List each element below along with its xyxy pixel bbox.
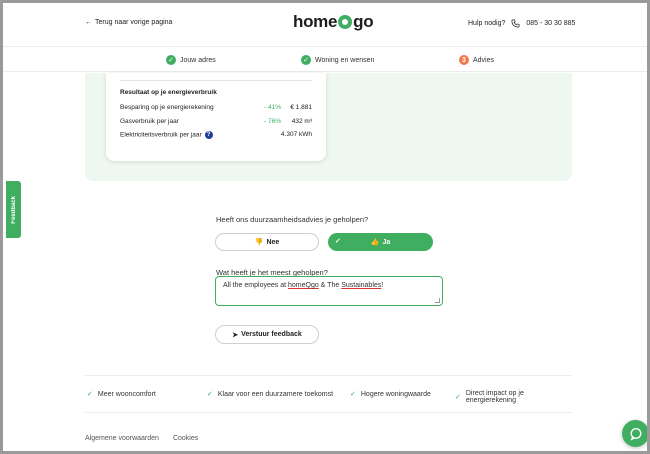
check-icon: ✓ <box>335 238 341 245</box>
logo-q-mark <box>338 15 353 29</box>
step-jouw-adres[interactable]: ✓ Jouw adres <box>166 55 216 65</box>
info-icon[interactable]: ? <box>204 131 213 139</box>
feedback-side-tab[interactable]: Feedback <box>6 181 21 238</box>
step-advies[interactable]: 3 Advies <box>459 55 494 65</box>
terms-link[interactable]: Algemene voorwaarden <box>85 435 159 442</box>
results-title: Resultaat op je energieverbruik <box>120 89 217 96</box>
check-icon: ✓ <box>301 55 311 65</box>
help-contact: Hulp nodig? 085 - 30 30 885 <box>468 19 575 28</box>
check-icon: ✓ <box>166 55 176 65</box>
back-link[interactable]: ← Terug naar vorige pagina <box>85 19 172 26</box>
send-feedback-button[interactable]: ➤ Verstuur feedback <box>215 325 319 344</box>
step-number-badge: 3 <box>459 55 469 65</box>
feedback-textarea[interactable]: All the employees at homeQgo & The Susta… <box>215 276 443 306</box>
check-icon: ✓ <box>207 391 213 398</box>
check-icon: ✓ <box>455 394 461 401</box>
benefits-bar: ✓ Meer wooncomfort ✓ Klaar voor een duurza… <box>85 375 572 413</box>
check-icon: ✓ <box>350 391 356 398</box>
help-label: Hulp nodig? <box>468 20 506 27</box>
cookies-link[interactable]: Cookies <box>173 435 198 442</box>
divider <box>120 80 312 81</box>
site-footer: Algemene voorwaarden Cookies <box>85 435 198 442</box>
phone-number[interactable]: 085 - 30 30 885 <box>526 20 575 27</box>
site-header: ← Terug naar vorige pagina home go Hulp n… <box>3 3 647 47</box>
benefit-item: ✓ Hogere woningwaarde <box>350 390 431 399</box>
homeqgo-logo[interactable]: home go <box>293 12 374 32</box>
benefit-item: ✓ Direct impact op je energierekening <box>455 390 524 404</box>
helpful-question: Heeft ons duurzaamheidsadvies je geholpe… <box>216 215 369 224</box>
results-card: Resultaat op je energieverbruik Besparin… <box>106 73 326 161</box>
resize-handle[interactable] <box>435 298 440 303</box>
back-link-label: Terug naar vorige pagina <box>95 19 173 26</box>
no-button[interactable]: 👎 Nee <box>215 233 319 251</box>
thumbs-up-icon: 👍 <box>370 239 380 246</box>
yes-button[interactable]: ✓ 👍 Ja <box>328 233 433 251</box>
thumbs-down-icon: 👎 <box>254 239 264 246</box>
phone-icon <box>511 19 520 28</box>
browser-frame: ← Terug naar vorige pagina home go Hulp n… <box>0 0 650 454</box>
arrow-left-icon: ← <box>85 19 92 26</box>
benefit-item: ✓ Meer wooncomfort <box>87 390 156 399</box>
chat-bubble-icon <box>629 427 642 441</box>
chat-button[interactable] <box>622 420 647 447</box>
send-icon: ➤ <box>232 331 239 339</box>
benefit-item: ✓ Klaar voor een duurzamere toekomst <box>207 390 334 399</box>
step-woning-en-wensen[interactable]: ✓ Woning en wensen <box>301 55 374 65</box>
check-icon: ✓ <box>87 391 93 398</box>
progress-steps: ✓ Jouw adres ✓ Woning en wensen 3 Advies <box>3 48 647 72</box>
